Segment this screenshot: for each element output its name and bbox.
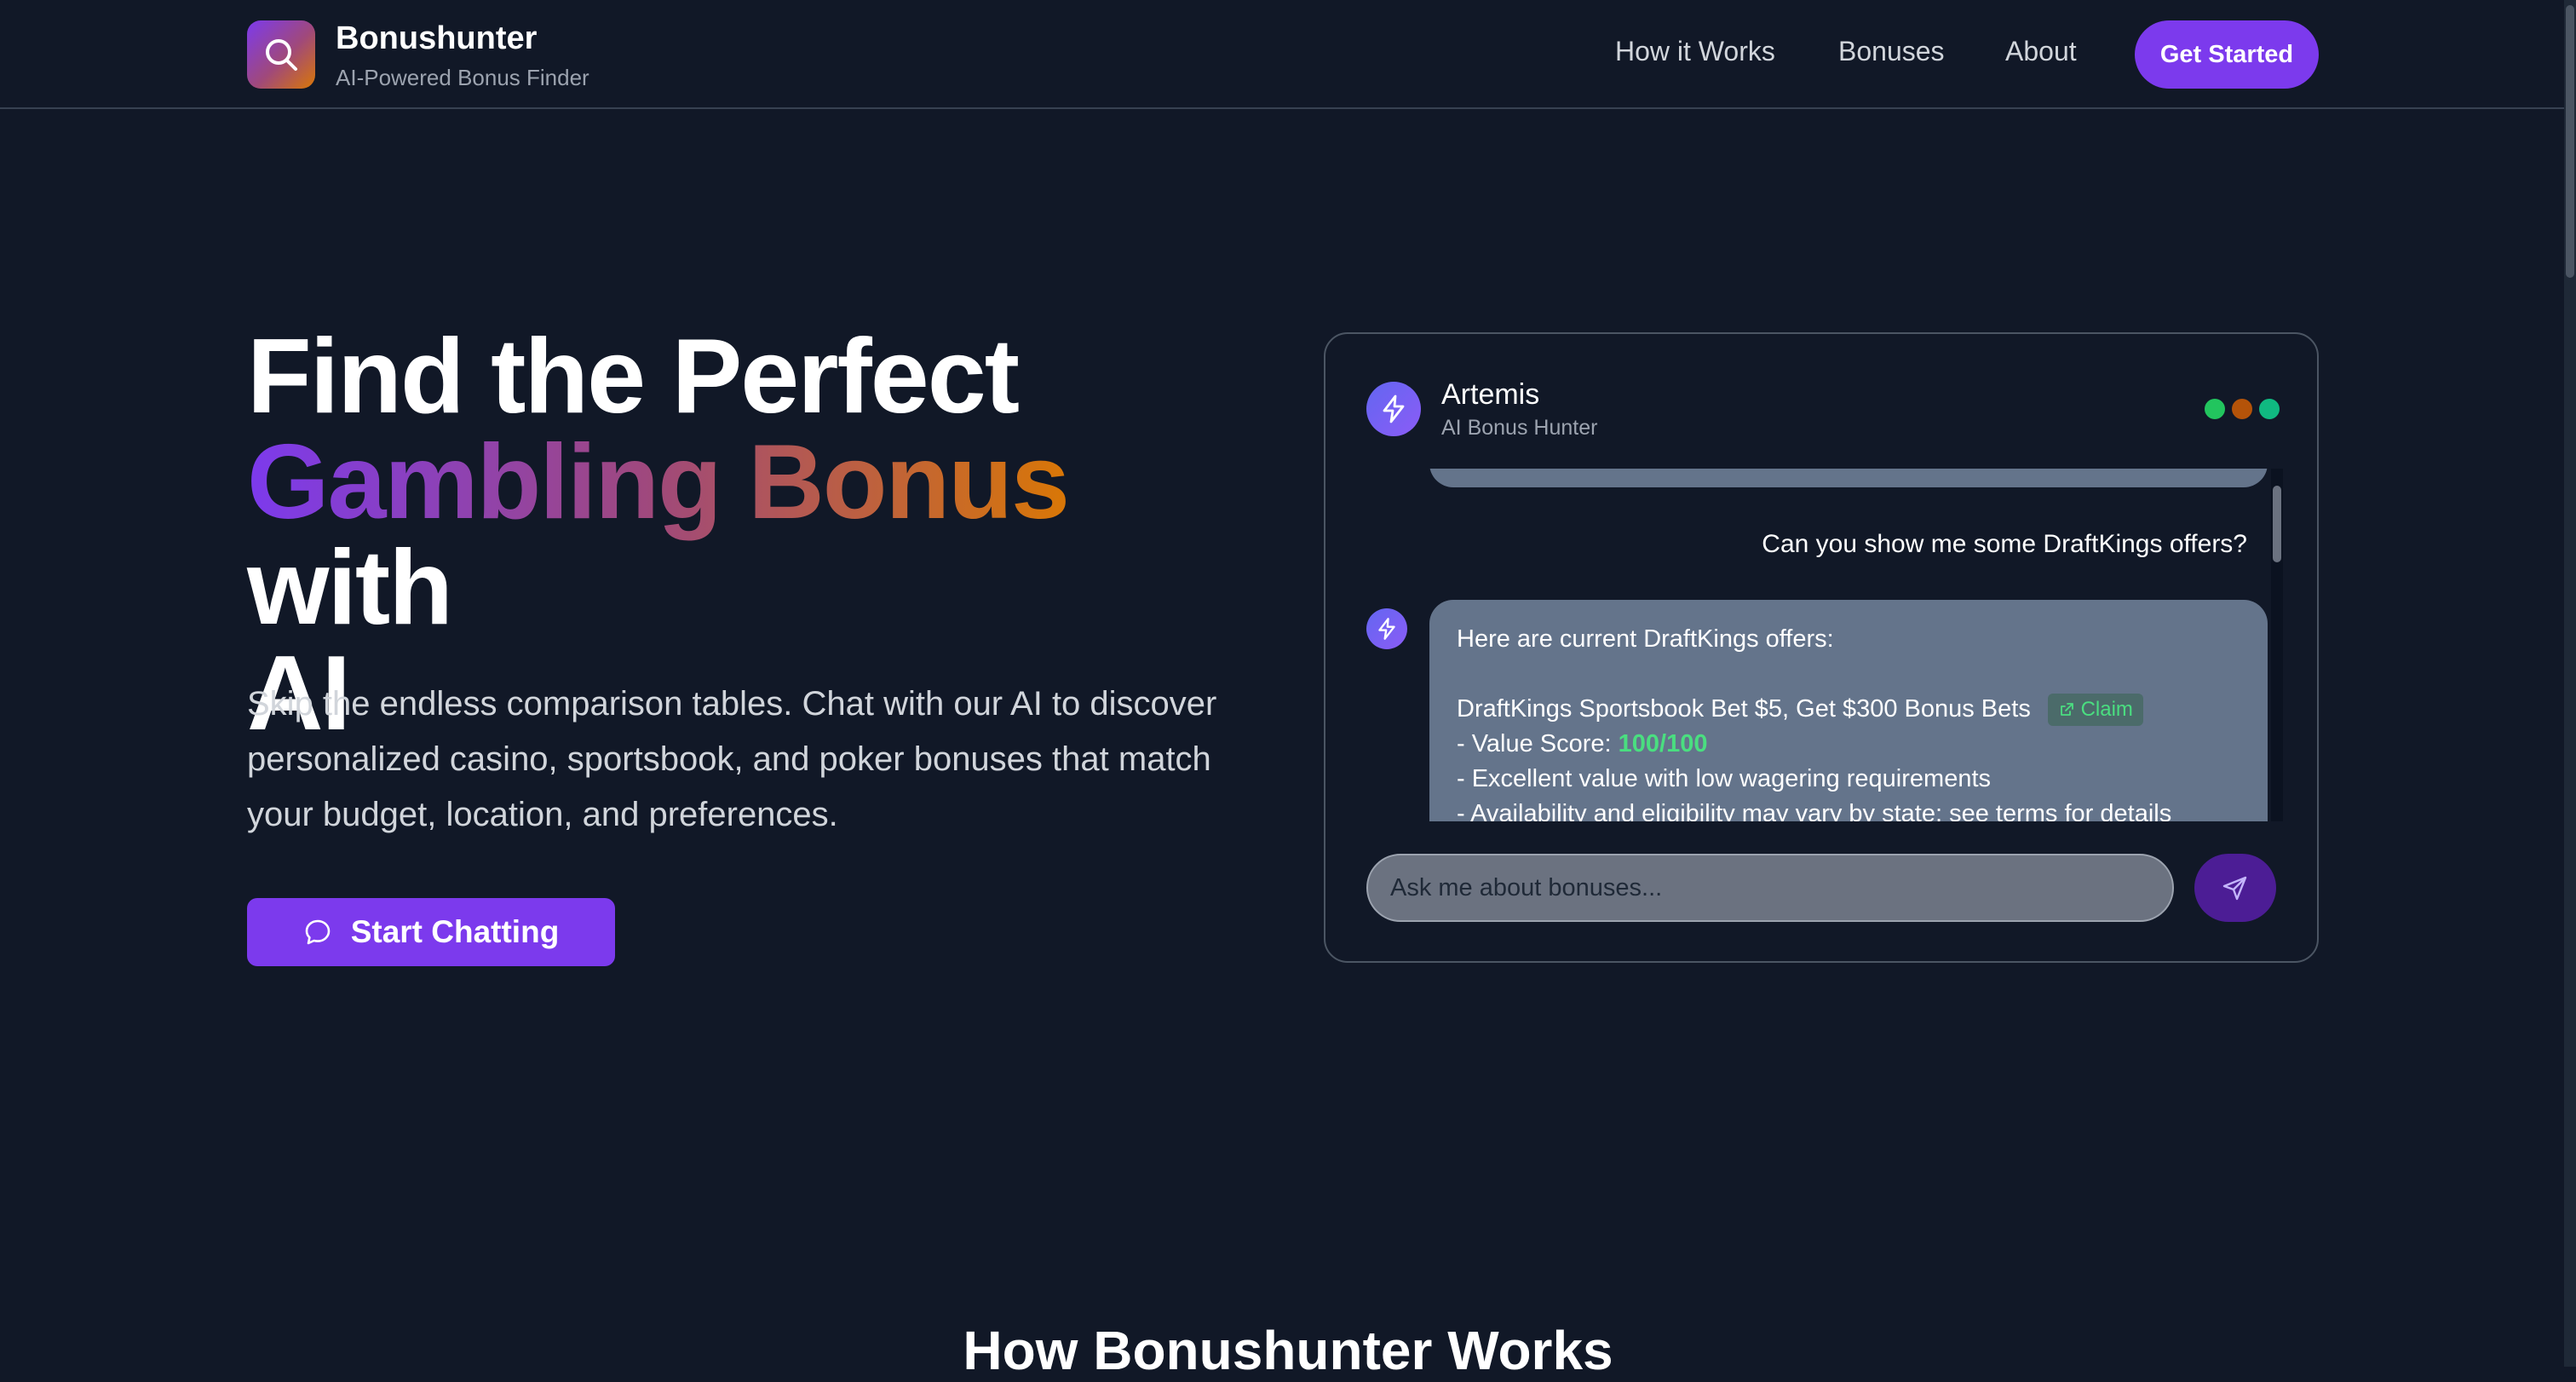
section-title-how-it-works: How Bonushunter Works: [963, 1320, 1613, 1381]
page-scrollbar[interactable]: [2564, 0, 2576, 1367]
start-chatting-button[interactable]: Start Chatting: [247, 898, 615, 966]
value-score: 100/100: [1618, 730, 1708, 757]
get-started-button[interactable]: Get Started: [2135, 20, 2319, 89]
status-dot-green: [2205, 399, 2225, 419]
page-scrollbar-thumb[interactable]: [2566, 5, 2574, 278]
claim-label: Claim: [2080, 698, 2133, 722]
hero-subtitle: Skip the endless comparison tables. Chat…: [247, 685, 1217, 833]
status-dot-amber: [2232, 399, 2252, 419]
lightning-icon: [1383, 394, 1405, 423]
top-navigation: Bonushunter AI-Powered Bonus Finder How …: [0, 0, 2576, 109]
offer-point-2: - Availability and eligibility may vary …: [1457, 800, 2172, 821]
chat-scrollbar-thumb[interactable]: [2273, 486, 2281, 562]
bot-intro: Here are current DraftKings offers:: [1457, 625, 1834, 653]
chat-scrollbar[interactable]: [2271, 469, 2283, 821]
hero-title-with: with: [247, 529, 453, 647]
external-link-icon: [2061, 703, 2073, 717]
logo[interactable]: [247, 20, 315, 89]
offer-line: DraftKings Sportsbook Bet $5, Get $300 B…: [1457, 692, 2240, 727]
status-dot-teal: [2259, 399, 2280, 419]
lightning-icon: [1378, 618, 1395, 640]
agent-role: AI Bonus Hunter: [1441, 416, 1598, 440]
search-icon: [266, 39, 297, 71]
chat-bubble-icon: [305, 919, 330, 945]
brand-tagline: AI-Powered Bonus Finder: [336, 65, 589, 90]
nav-link-how-it-works[interactable]: How it Works: [1615, 36, 1775, 67]
claim-button[interactable]: Claim: [2047, 694, 2143, 727]
hero-title-highlight: Gambling Bonus: [247, 423, 1070, 541]
nav-link-bonuses[interactable]: Bonuses: [1838, 36, 1945, 67]
value-score-label: - Value Score:: [1457, 730, 1619, 757]
nav-link-about[interactable]: About: [2005, 36, 2077, 67]
user-message: Can you show me some DraftKings offers?: [1762, 530, 2247, 558]
chat-widget: Artemis AI Bonus Hunter Can you show me …: [1324, 332, 2319, 963]
send-button[interactable]: [2194, 854, 2276, 922]
chat-input[interactable]: [1366, 854, 2174, 922]
send-icon: [2222, 876, 2247, 901]
brand-name[interactable]: Bonushunter: [336, 20, 537, 57]
start-chatting-label: Start Chatting: [350, 914, 560, 949]
agent-avatar: [1366, 382, 1421, 436]
bot-avatar: [1366, 608, 1407, 649]
agent-name: Artemis: [1441, 378, 1540, 411]
bot-message-bubble: Here are current DraftKings offers: Draf…: [1429, 600, 2268, 821]
hero-title-line1: Find the Perfect: [247, 318, 1020, 435]
message-list[interactable]: Can you show me some DraftKings offers? …: [1366, 469, 2283, 821]
offer-point-1: - Excellent value with low wagering requ…: [1457, 765, 1992, 792]
previous-message-bubble: [1429, 469, 2268, 487]
value-score-line: - Value Score: 100/100: [1457, 727, 2240, 762]
offer-title: DraftKings Sportsbook Bet $5, Get $300 B…: [1457, 695, 2031, 723]
